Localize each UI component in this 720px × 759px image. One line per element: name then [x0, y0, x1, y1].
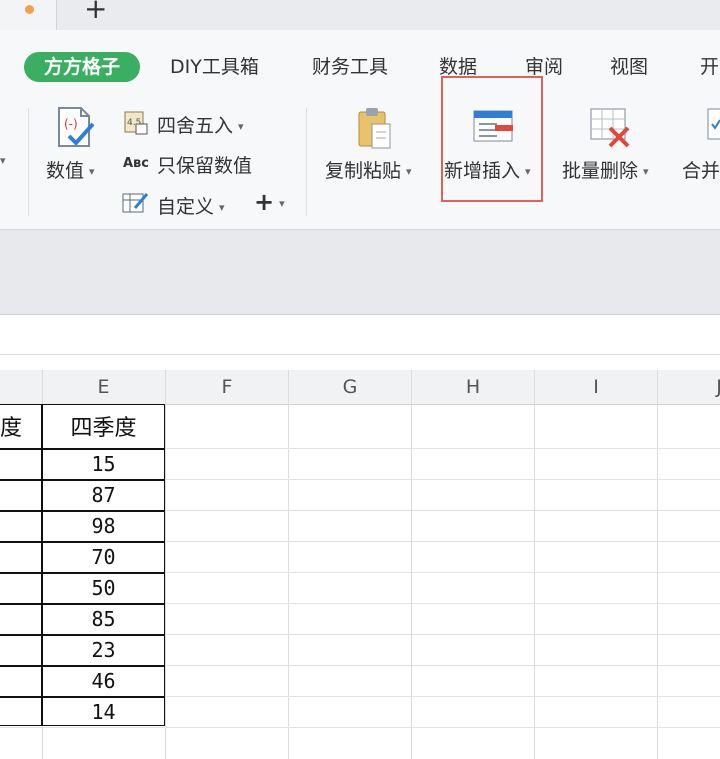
numeric-button[interactable]: 数值 ▾ — [46, 156, 95, 183]
clipboard-icon[interactable] — [356, 106, 396, 150]
table-border — [0, 541, 165, 543]
table-cell[interactable]: 87 — [42, 483, 165, 507]
column-header-f[interactable]: F — [166, 370, 288, 404]
svg-text:(-): (-) — [64, 117, 78, 131]
table-cell[interactable]: 23 — [42, 638, 165, 662]
grid-line — [0, 727, 720, 728]
table-border — [0, 665, 165, 667]
keep-numeric-button[interactable]: 只保留数值 — [157, 151, 252, 178]
custom-icon[interactable] — [121, 190, 149, 216]
batch-delete-icon[interactable] — [590, 108, 632, 148]
grid-line — [534, 370, 535, 759]
abc-icon: Aʙᴄ — [123, 156, 149, 171]
menu-tab-diy[interactable]: DIY工具箱 — [170, 52, 259, 82]
column-header-g[interactable]: G — [289, 370, 411, 404]
grid-line — [165, 370, 166, 759]
column-header-i[interactable]: I — [535, 370, 657, 404]
merge-icon[interactable] — [706, 108, 720, 148]
table-border — [0, 479, 165, 481]
table-border — [0, 603, 165, 605]
table-cell[interactable]: 50 — [42, 576, 165, 600]
grid-line — [657, 370, 658, 759]
table-border — [0, 448, 165, 450]
ribbon-divider — [306, 108, 307, 216]
menu-tab-finance[interactable]: 财务工具 — [312, 52, 388, 82]
table-border — [0, 572, 165, 574]
toolbar-gap — [0, 315, 720, 355]
table-cell[interactable]: 70 — [42, 545, 165, 569]
table-cell[interactable]: 14 — [42, 700, 165, 724]
table-border — [0, 634, 165, 636]
table-border — [0, 510, 165, 512]
formula-bar-area — [0, 230, 720, 315]
grid-line — [411, 370, 412, 759]
batch-delete-button[interactable]: 批量删除 ▾ — [562, 156, 649, 183]
new-tab-button[interactable]: + — [84, 0, 107, 24]
prev-group-caret-icon[interactable]: ▾ — [0, 154, 6, 167]
numeric-icon[interactable]: (-) — [55, 106, 97, 150]
table-cell[interactable]: 46 — [42, 669, 165, 693]
table-cell[interactable]: 15 — [42, 452, 165, 476]
cell-d1[interactable]: 度 — [0, 410, 22, 442]
highlight-box — [441, 76, 543, 202]
table-border — [0, 696, 165, 698]
column-header-j[interactable]: J — [658, 370, 720, 404]
column-header-e[interactable]: E — [42, 370, 165, 404]
round-button[interactable]: 四舍五入 ▾ — [157, 111, 244, 138]
tab-divider — [56, 0, 57, 30]
table-cell[interactable]: 98 — [42, 514, 165, 538]
ribbon-divider — [28, 108, 29, 216]
divider — [0, 354, 720, 355]
copy-paste-button[interactable]: 复制粘贴 ▾ — [325, 156, 412, 183]
unsaved-dot-icon — [25, 5, 34, 14]
add-button[interactable]: + ▾ — [254, 188, 285, 216]
tab-bar — [0, 0, 720, 30]
menu-tab-brand[interactable]: 方方格子 — [24, 52, 140, 82]
column-header-h[interactable]: H — [412, 370, 534, 404]
grid-line — [288, 370, 289, 759]
custom-button[interactable]: 自定义 ▾ — [157, 192, 225, 219]
merge-button[interactable]: 合并 — [682, 156, 720, 183]
cell-e1[interactable]: 四季度 — [42, 410, 165, 442]
table-cell[interactable]: 85 — [42, 607, 165, 631]
round-icon[interactable]: 4.5 — [123, 110, 149, 136]
menu-tab-developer[interactable]: 开 — [700, 52, 719, 82]
menu-tab-view[interactable]: 视图 — [610, 52, 648, 82]
